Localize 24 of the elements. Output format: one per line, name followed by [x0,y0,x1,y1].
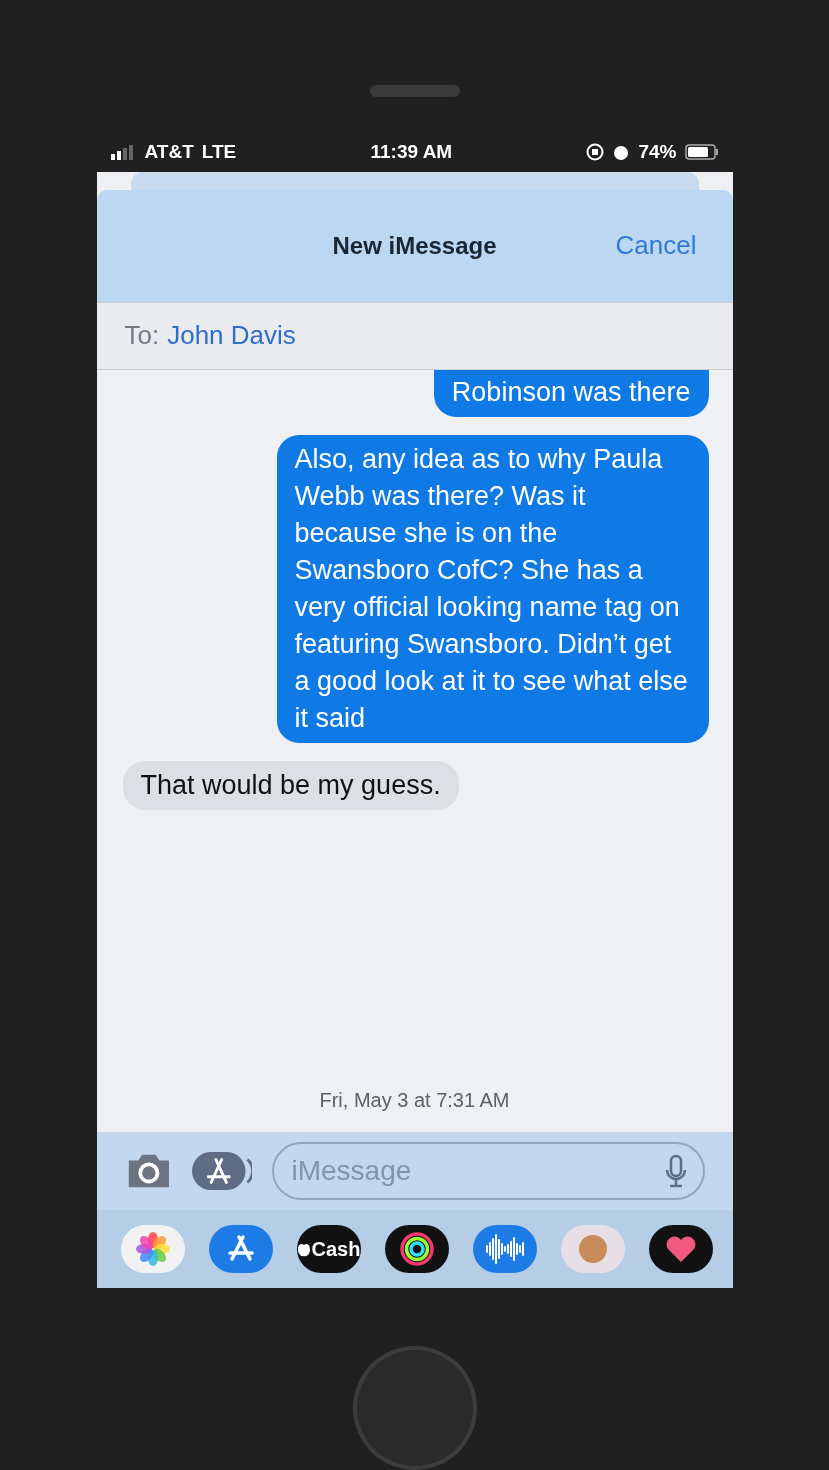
sound-wave-icon[interactable] [472,1225,537,1274]
cash-app-button[interactable]: Cash [296,1225,361,1274]
message-timestamp: Fri, May 3 at 7:31 AM [318,1088,511,1114]
received-message-bubble: That would be my guess. [122,760,459,810]
to-label: To: [124,320,160,351]
app-store-icon[interactable] [192,1151,252,1192]
rotation-lock-icon [586,142,605,161]
cancel-button[interactable]: Cancel [615,230,697,261]
photos-icon[interactable] [120,1225,185,1274]
avatar-icon[interactable] [560,1225,625,1274]
battery-percent: 74% [638,140,677,163]
activity-rings-icon[interactable] [384,1225,449,1274]
heart-icon[interactable] [648,1225,713,1274]
clock-time: 11:39 AM [370,140,453,163]
sent-message-bubble: Robinson was there [433,369,709,417]
sent-message-bubble: Also, any idea as to why Paula Webb was there? Was it because she is on the Swansboro CofC? She has a very official looking name tag on featuring Swansboro. Didn’t get a good look at it to see what else it said [276,434,709,743]
message-input-field[interactable]: iMessage [271,1142,705,1201]
carrier-label: AT&T [144,140,194,163]
microphone-icon[interactable] [664,1154,687,1189]
recipient-name[interactable]: John Davis [167,320,296,351]
sheet-title: New iMessage [332,231,497,260]
app-store-icon[interactable] [208,1225,273,1274]
network-label: LTE [201,140,237,163]
battery-icon [684,143,719,160]
